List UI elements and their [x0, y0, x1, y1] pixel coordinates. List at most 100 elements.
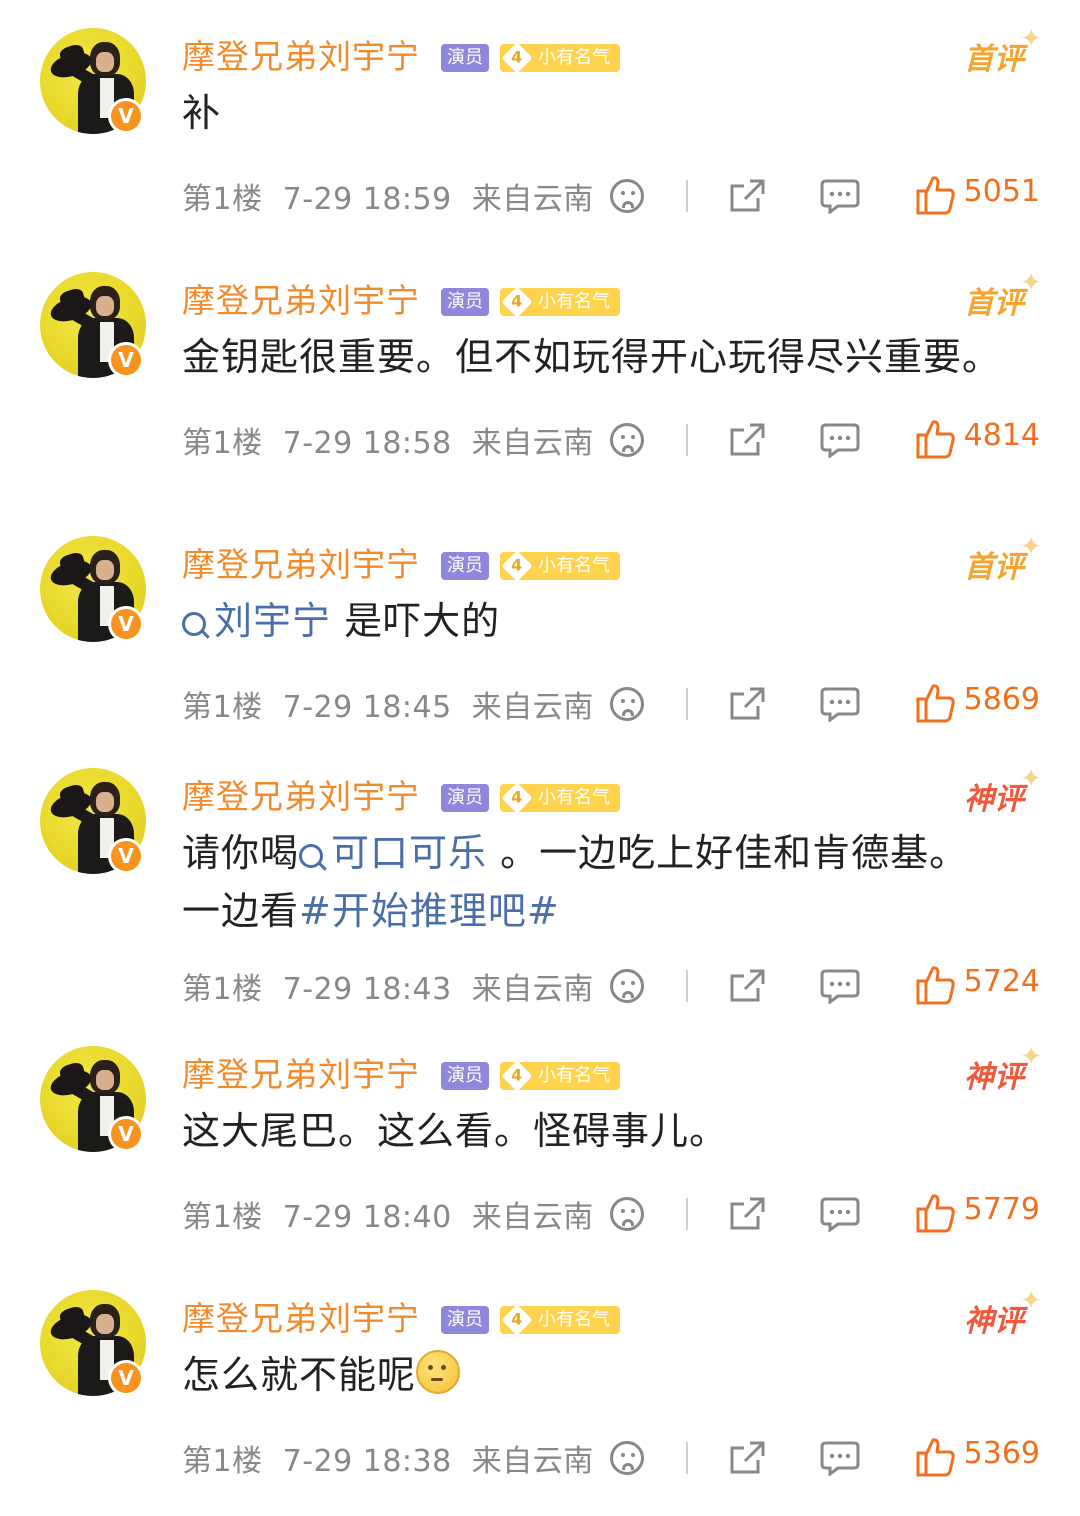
- username[interactable]: 摩登兄弟刘宇宁: [182, 1292, 420, 1340]
- hashtag-link[interactable]: #开始推理吧#: [299, 889, 560, 933]
- sparkle-icon: ✦: [1020, 24, 1042, 54]
- location: 来自云南: [471, 1200, 594, 1235]
- sparkle-icon: ✦: [1020, 268, 1042, 298]
- divider: [686, 424, 688, 456]
- level-label: 小有名气: [538, 1309, 610, 1330]
- sad-face-icon[interactable]: [610, 969, 644, 1003]
- role-badge: 演员: [441, 288, 489, 316]
- search-topic-link[interactable]: 可口可乐: [299, 831, 487, 875]
- sparkle-icon: ✦: [1020, 1042, 1042, 1072]
- comment-rank-badge: 首评 ✦: [964, 532, 1042, 585]
- share-icon[interactable]: [728, 686, 766, 722]
- divider: [686, 180, 688, 212]
- timestamp: 7-29 18:38: [282, 1444, 452, 1479]
- timestamp: 7-29 18:43: [282, 972, 452, 1007]
- sad-face-icon[interactable]: [610, 1441, 644, 1475]
- divider: [686, 970, 688, 1002]
- comment-meta: 第1楼 7-29 18:59 来自云南: [182, 174, 594, 218]
- timestamp: 7-29 18:59: [282, 182, 452, 217]
- comment-text: 怎么就不能呢: [182, 1346, 461, 1404]
- like-count: 5869: [963, 682, 1040, 717]
- timestamp: 7-29 18:58: [282, 426, 452, 461]
- comment-item: V 摩登兄弟刘宇宁 演员 4 小有名气 首评 ✦ 金钥匙很重要。但不如玩得开心玩得…: [0, 268, 1080, 461]
- sparkle-icon: ✦: [1020, 532, 1042, 562]
- level-number: 4: [511, 47, 523, 67]
- comment-item: V 摩登兄弟刘宇宁 演员 4 小有名气 神评 ✦ 怎么就不能呢 第1楼 7-29 …: [0, 1286, 1080, 1479]
- level-number: 4: [511, 1065, 523, 1085]
- verified-v-icon: V: [108, 838, 144, 874]
- level-badge: 4 小有名气: [500, 44, 620, 72]
- level-badge: 4 小有名气: [500, 552, 620, 580]
- username[interactable]: 摩登兄弟刘宇宁: [182, 274, 420, 322]
- username[interactable]: 摩登兄弟刘宇宁: [182, 770, 420, 818]
- role-badge: 演员: [441, 552, 489, 580]
- sad-face-icon[interactable]: [610, 179, 644, 213]
- comment-icon[interactable]: [820, 968, 860, 1005]
- level-badge: 4 小有名气: [500, 288, 620, 316]
- comment-icon[interactable]: [820, 1196, 860, 1233]
- comment-rank-badge: 神评 ✦: [964, 764, 1042, 817]
- role-badge: 演员: [441, 44, 489, 72]
- comment-text-segment: 一边看: [182, 889, 300, 933]
- comment-text-segment: 补: [182, 91, 222, 135]
- sad-face-icon[interactable]: [610, 1197, 644, 1231]
- search-icon: [299, 844, 324, 868]
- level-badge: 4 小有名气: [500, 1062, 620, 1090]
- like-count: 5724: [963, 964, 1040, 999]
- comment-meta: 第1楼 7-29 18:58 来自云南: [182, 418, 594, 462]
- verified-v-icon: V: [108, 98, 144, 134]
- divider: [686, 1442, 688, 1474]
- comment-icon[interactable]: [820, 422, 860, 459]
- username[interactable]: 摩登兄弟刘宇宁: [182, 538, 420, 586]
- comment-text: 金钥匙很重要。但不如玩得开心玩得尽兴重要。: [182, 328, 1001, 386]
- share-icon[interactable]: [728, 178, 766, 214]
- floor-number: 第1楼: [182, 426, 263, 461]
- username[interactable]: 摩登兄弟刘宇宁: [182, 30, 420, 78]
- divider: [686, 1198, 688, 1230]
- level-number: 4: [511, 291, 523, 311]
- timestamp: 7-29 18:40: [282, 1200, 452, 1235]
- floor-number: 第1楼: [182, 182, 263, 217]
- comment-text-segment: 请你喝: [182, 831, 300, 875]
- comment-icon[interactable]: [820, 178, 860, 215]
- location: 来自云南: [471, 690, 594, 725]
- level-number: 4: [511, 1309, 523, 1329]
- username[interactable]: 摩登兄弟刘宇宁: [182, 1048, 420, 1096]
- comment-text-segment: 金钥匙很重要。但不如玩得开心玩得尽兴重要。: [182, 335, 1002, 379]
- sad-face-icon[interactable]: [610, 423, 644, 457]
- comment-rank-badge: 首评 ✦: [964, 24, 1042, 77]
- share-icon[interactable]: [728, 968, 766, 1004]
- comment-text: 刘宇宁 是吓大的: [182, 592, 500, 650]
- comment-meta: 第1楼 7-29 18:43 来自云南: [182, 964, 594, 1008]
- level-label: 小有名气: [538, 47, 610, 68]
- comment-item: V 摩登兄弟刘宇宁 演员 4 小有名气 神评 ✦ 这大尾巴。这么看。怪碍事儿。 第…: [0, 1042, 1080, 1235]
- timestamp: 7-29 18:45: [282, 690, 452, 725]
- comment-icon[interactable]: [820, 686, 860, 723]
- verified-v-icon: V: [108, 1360, 144, 1396]
- search-topic-link[interactable]: 刘宇宁: [182, 599, 331, 643]
- comment-item: V 摩登兄弟刘宇宁 演员 4 小有名气 首评 ✦ 刘宇宁 是吓大的 第1楼 7-2…: [0, 532, 1080, 725]
- level-label: 小有名气: [538, 555, 610, 576]
- comment-rank-badge: 首评 ✦: [964, 268, 1042, 321]
- sparkle-icon: ✦: [1020, 1286, 1042, 1316]
- comment-meta: 第1楼 7-29 18:38 来自云南: [182, 1436, 594, 1480]
- comment-text-segment: 。一边吃上好佳和肯德基。: [487, 831, 969, 875]
- location: 来自云南: [471, 972, 594, 1007]
- share-icon[interactable]: [728, 422, 766, 458]
- floor-number: 第1楼: [182, 690, 263, 725]
- level-label: 小有名气: [538, 291, 610, 312]
- like-count: 4814: [963, 418, 1040, 453]
- thinking-emoji-icon: [416, 1350, 461, 1394]
- comment-text-segment: 这大尾巴。这么看。怪碍事儿。: [182, 1109, 729, 1153]
- verified-v-icon: V: [108, 1116, 144, 1152]
- verified-v-icon: V: [108, 342, 144, 378]
- search-icon: [182, 612, 206, 636]
- share-icon[interactable]: [728, 1196, 766, 1232]
- comment-text: 这大尾巴。这么看。怪碍事儿。: [182, 1102, 728, 1160]
- role-badge: 演员: [441, 1306, 489, 1334]
- share-icon[interactable]: [728, 1440, 766, 1476]
- floor-number: 第1楼: [182, 1444, 263, 1479]
- sad-face-icon[interactable]: [610, 687, 644, 721]
- comment-item: V 摩登兄弟刘宇宁 演员 4 小有名气 首评 ✦ 补 第1楼 7-29 18:59…: [0, 24, 1080, 217]
- comment-icon[interactable]: [820, 1440, 860, 1477]
